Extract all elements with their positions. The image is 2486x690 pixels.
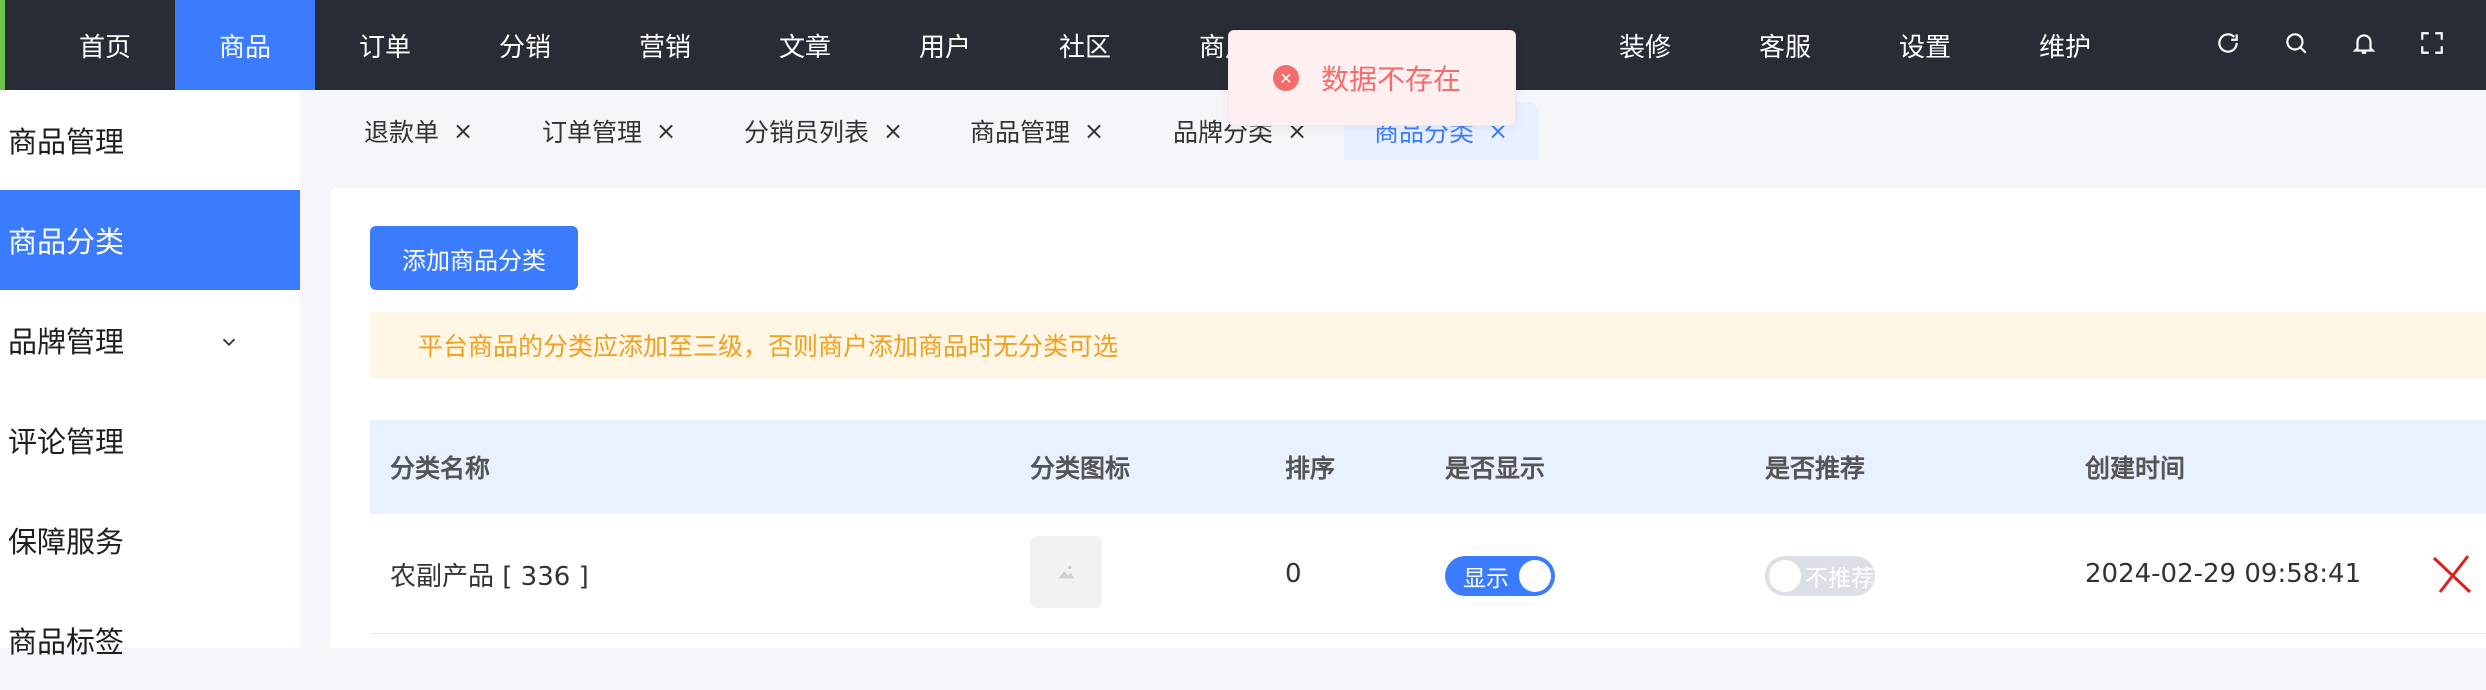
column-header-sort: 排序 — [1285, 454, 1336, 483]
category-image-placeholder[interactable] — [1030, 536, 1102, 608]
close-icon[interactable]: × — [1084, 117, 1104, 145]
close-icon[interactable]: × — [883, 117, 903, 145]
close-icon[interactable]: × — [453, 117, 473, 145]
toast-message: 数据不存在 — [1321, 63, 1462, 96]
tab-label: 订单管理 — [542, 118, 643, 147]
sidebar-item-label: 商品管理 — [8, 125, 125, 159]
close-icon[interactable]: × — [656, 117, 676, 145]
bell-icon[interactable] — [2346, 25, 2382, 61]
nav-item-service[interactable]: 客服 — [1715, 0, 1855, 90]
nav-item-goods[interactable]: 商品 — [175, 0, 315, 90]
show-toggle[interactable]: 显示 — [1445, 556, 1555, 596]
error-circle-icon: ✕ — [1273, 65, 1299, 91]
nav-item-users[interactable]: 用户 — [875, 0, 1015, 90]
sidebar-item-label: 商品标签 — [8, 625, 125, 659]
nav-item-settings[interactable]: 设置 — [1855, 0, 1995, 90]
nav-item-maintenance[interactable]: 维护 — [1995, 0, 2135, 90]
sidebar-item-goods-management[interactable]: 商品管理 — [0, 90, 300, 190]
tab-order-management[interactable]: 订单管理 × — [542, 102, 676, 160]
cursor-cross-icon — [2430, 514, 2474, 634]
sort-cell: 0 — [1285, 559, 1302, 589]
sidebar-item-guarantee[interactable]: 保障服务 — [0, 490, 300, 590]
sidebar-item-label: 商品分类 — [8, 225, 125, 259]
sidebar-item-label: 评论管理 — [8, 425, 125, 459]
nav-item-community[interactable]: 社区 — [1015, 0, 1155, 90]
sidebar-item-label: 保障服务 — [8, 525, 125, 559]
sidebar-item-tags[interactable]: 商品标签 — [0, 590, 300, 690]
content-card: 添加商品分类 平台商品的分类应添加至三级，否则商户添加商品时无分类可选 分类名称… — [330, 188, 2486, 648]
column-header-show: 是否显示 — [1445, 454, 1546, 483]
warning-notice: 平台商品的分类应添加至三级，否则商户添加商品时无分类可选 — [370, 312, 2486, 378]
column-header-icon: 分类图标 — [1030, 454, 1131, 483]
tab-goods-management[interactable]: 商品管理 × — [970, 102, 1104, 160]
tab-refunds[interactable]: 退款单 × — [364, 102, 473, 160]
sidebar-item-brand-management[interactable]: 品牌管理 — [0, 290, 300, 390]
table-header: 分类名称 分类图标 排序 是否显示 是否推荐 创建时间 — [370, 420, 2486, 514]
chevron-down-icon — [218, 326, 240, 360]
toggle-knob — [1769, 560, 1801, 592]
nav-item-articles[interactable]: 文章 — [735, 0, 875, 90]
nav-item-distribution[interactable]: 分销 — [455, 0, 595, 90]
toggle-label: 不推荐 — [1805, 566, 1874, 592]
error-toast: ✕ 数据不存在 — [1228, 30, 1516, 126]
nav-item-decoration[interactable]: 装修 — [1575, 0, 1715, 90]
column-header-name: 分类名称 — [390, 454, 491, 483]
column-header-created: 创建时间 — [2085, 454, 2186, 483]
add-category-button[interactable]: 添加商品分类 — [370, 226, 578, 290]
toggle-label: 显示 — [1463, 566, 1509, 592]
sidebar-item-label: 品牌管理 — [8, 325, 125, 359]
tab-label: 商品管理 — [970, 118, 1071, 147]
recommend-toggle[interactable]: 不推荐 — [1765, 556, 1875, 596]
search-icon[interactable] — [2278, 25, 2314, 61]
sidebar-item-reviews[interactable]: 评论管理 — [0, 390, 300, 490]
created-time-cell: 2024-02-29 09:58:41 — [2085, 559, 2362, 589]
nav-item-orders[interactable]: 订单 — [315, 0, 455, 90]
toggle-knob — [1519, 560, 1551, 592]
category-name-cell: 农副产品 [ 336 ] — [390, 561, 589, 592]
table-row: 农副产品 [ 336 ] 0 显示 不推荐 2024-02-29 09:58:4… — [370, 514, 2486, 634]
column-header-recommend: 是否推荐 — [1765, 454, 1866, 483]
tab-distributors[interactable]: 分销员列表 × — [744, 102, 903, 160]
nav-item-home[interactable]: 首页 — [35, 0, 175, 90]
nav-accent-edge — [0, 0, 5, 90]
fullscreen-icon[interactable] — [2414, 25, 2450, 61]
tab-label: 分销员列表 — [744, 118, 870, 147]
nav-item-marketing[interactable]: 营销 — [595, 0, 735, 90]
sidebar: 商品管理 商品分类 品牌管理 评论管理 保障服务 商品标签 — [0, 90, 300, 659]
refresh-icon[interactable] — [2210, 25, 2246, 61]
tab-label: 退款单 — [364, 118, 440, 147]
sidebar-item-goods-category[interactable]: 商品分类 — [0, 190, 300, 290]
